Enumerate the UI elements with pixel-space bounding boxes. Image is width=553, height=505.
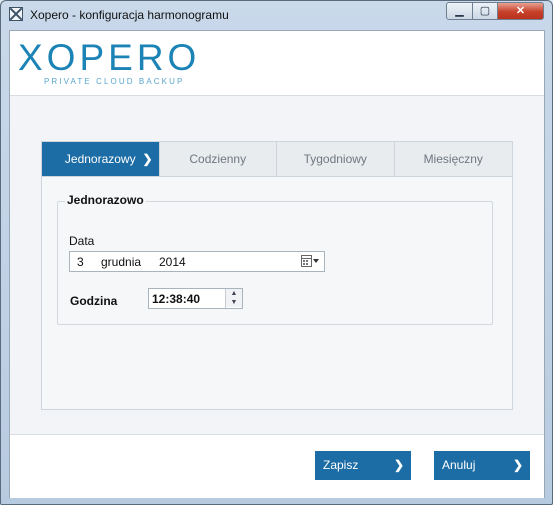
calendar-dropdown-icon[interactable] <box>301 255 319 268</box>
schedule-tabs: Jednorazowy ❯ Codzienny Tygodniowy Miesi… <box>42 142 512 177</box>
tab-tygodniowy[interactable]: Tygodniowy <box>277 142 395 176</box>
time-spin-buttons[interactable]: ▲ ▼ <box>225 289 242 308</box>
schedule-tab-panel: Jednorazowy ❯ Codzienny Tygodniowy Miesi… <box>41 141 513 410</box>
logo-tagline: PRIVATE CLOUD BACKUP <box>44 77 185 86</box>
tab-jednorazowy[interactable]: Jednorazowy ❯ <box>42 142 160 176</box>
footer-bar: Zapisz ❯ Anuluj ❯ <box>10 434 544 498</box>
chevron-right-icon: ❯ <box>512 458 523 472</box>
cancel-label: Anuluj <box>442 458 476 472</box>
tab-label: Tygodniowy <box>303 152 367 166</box>
xopero-logo: XOPERO <box>18 37 201 78</box>
date-label: Data <box>69 234 95 248</box>
tab-miesieczny[interactable]: Miesięczny <box>395 142 513 176</box>
window-title: Xopero - konfiguracja harmonogramu <box>30 8 229 22</box>
maximize-button[interactable]: ▢ <box>472 2 498 20</box>
date-year[interactable]: 2014 <box>159 255 186 269</box>
title-bar[interactable]: Xopero - konfiguracja harmonogramu ▁ ▢ ✕ <box>1 1 552 30</box>
chevron-right-icon: ❯ <box>393 458 404 472</box>
time-label: Godzina <box>70 294 118 308</box>
cancel-button[interactable]: Anuluj ❯ <box>434 451 530 480</box>
time-spinner[interactable]: 12:38:40 ▲ ▼ <box>148 288 243 309</box>
tab-label: Miesięczny <box>423 152 483 166</box>
spin-down-icon[interactable]: ▼ <box>226 298 242 307</box>
group-title: Jednorazowo <box>65 193 146 207</box>
spin-up-icon[interactable]: ▲ <box>226 289 242 298</box>
close-button[interactable]: ✕ <box>497 2 544 20</box>
app-window: Xopero - konfiguracja harmonogramu ▁ ▢ ✕… <box>0 0 553 505</box>
save-label: Zapisz <box>323 458 359 472</box>
date-picker[interactable]: 3 grudnia 2014 <box>69 251 325 272</box>
once-group: Jednorazowo Data 3 grudnia 2014 Godzina … <box>57 193 493 325</box>
tab-label: Jednorazowy <box>64 152 136 166</box>
client-area: XOPERO PRIVATE CLOUD BACKUP Jednorazowy … <box>9 30 545 498</box>
app-icon <box>9 7 23 21</box>
minimize-button[interactable]: ▁ <box>446 2 473 20</box>
tab-label: Codzienny <box>189 152 247 166</box>
date-day[interactable]: 3 <box>77 255 84 269</box>
time-value[interactable]: 12:38:40 <box>152 292 200 306</box>
chevron-right-icon: ❯ <box>142 152 153 166</box>
header-banner: XOPERO PRIVATE CLOUD BACKUP <box>10 31 544 96</box>
save-button[interactable]: Zapisz ❯ <box>315 451 411 480</box>
date-month[interactable]: grudnia <box>101 255 141 269</box>
tab-codzienny[interactable]: Codzienny <box>160 142 277 176</box>
